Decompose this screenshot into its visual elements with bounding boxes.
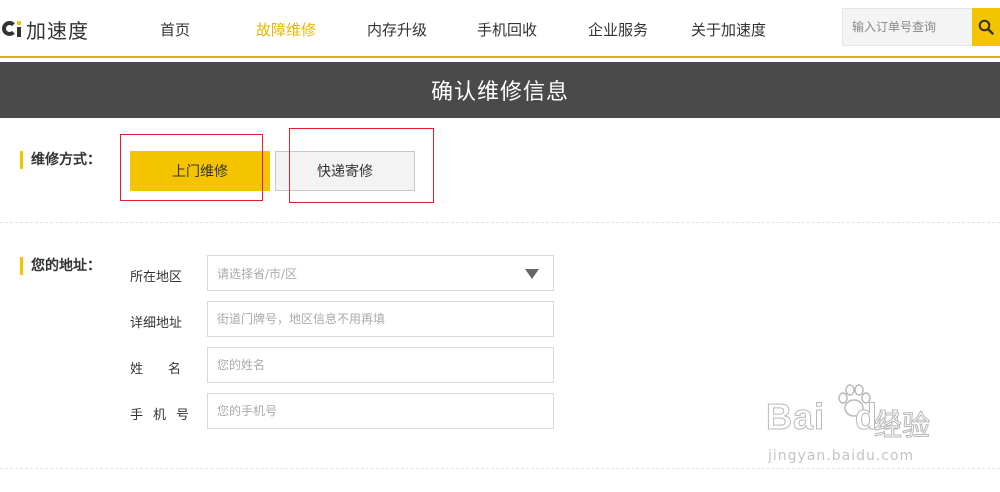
nav-item-repair[interactable]: 故障维修 bbox=[256, 19, 316, 40]
nav-item-enterprise[interactable]: 企业服务 bbox=[588, 19, 648, 40]
order-search bbox=[842, 8, 1000, 46]
name-input[interactable] bbox=[207, 347, 554, 383]
detail-address-label: 详细地址 bbox=[130, 316, 183, 331]
dropdown-caret-icon bbox=[525, 269, 539, 279]
region-label: 所在地区 bbox=[130, 270, 183, 285]
nav-item-phone-recycle[interactable]: 手机回收 bbox=[477, 19, 537, 40]
search-icon bbox=[978, 19, 994, 35]
repair-method-label: 维修方式： bbox=[20, 151, 101, 169]
phone-label: 手机号 bbox=[130, 408, 200, 423]
region-select[interactable]: 请选择省/市/区 bbox=[207, 255, 554, 291]
mail-in-repair-button[interactable]: 快递寄修 bbox=[275, 151, 415, 191]
page-title: 确认维修信息 bbox=[430, 80, 569, 105]
address-label: 您的地址： bbox=[20, 257, 101, 275]
phone-input[interactable] bbox=[207, 393, 554, 429]
watermark-url: jingyan.baidu.com bbox=[768, 448, 915, 464]
region-select-placeholder: 请选择省/市/区 bbox=[217, 266, 298, 281]
detail-address-input[interactable] bbox=[207, 301, 554, 337]
order-search-input[interactable] bbox=[842, 8, 972, 46]
nav-item-home[interactable]: 首页 bbox=[160, 19, 190, 40]
section-divider bbox=[0, 222, 1000, 223]
onsite-repair-button[interactable]: 上门维修 bbox=[130, 151, 270, 191]
paw-icon bbox=[838, 384, 871, 417]
section-divider-bottom bbox=[0, 468, 1000, 469]
watermark-jingyan: 经验 bbox=[873, 409, 931, 443]
name-label: 姓 名 bbox=[130, 362, 188, 377]
nav-item-memory-upgrade[interactable]: 内存升级 bbox=[367, 19, 427, 40]
watermark-brand: Bai du bbox=[765, 396, 902, 438]
search-button[interactable] bbox=[972, 8, 1000, 46]
main-nav: 首页 故障维修 内存升级 手机回收 企业服务 关于加速度 bbox=[0, 0, 820, 58]
nav-item-about[interactable]: 关于加速度 bbox=[691, 19, 766, 40]
baidu-jingyan-watermark: Bai du 经验 jingyan.baidu.com bbox=[765, 380, 956, 470]
top-header: 加速度 首页 故障维修 内存升级 手机回收 企业服务 关于加速度 bbox=[0, 0, 1000, 58]
page-title-bar: 确认维修信息 bbox=[0, 62, 1000, 118]
